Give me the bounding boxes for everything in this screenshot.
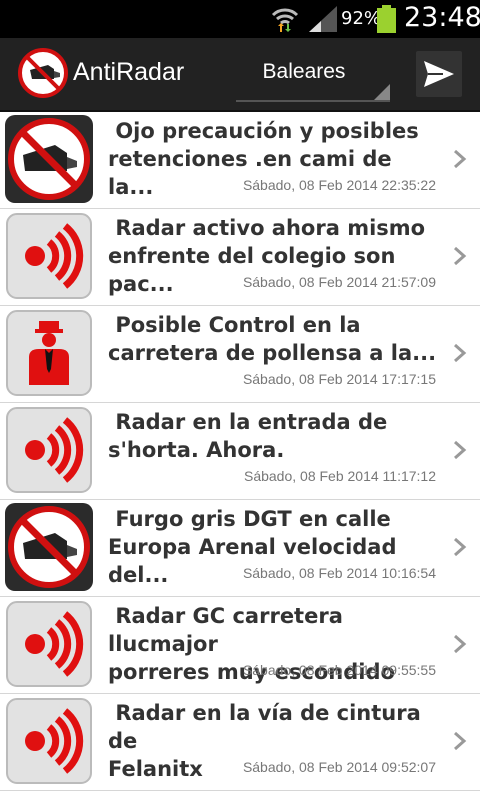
police-officer-icon <box>5 309 93 397</box>
battery-icon <box>377 5 396 33</box>
clock: 23:48 <box>404 2 480 33</box>
region-spinner[interactable]: Baleares <box>236 48 390 102</box>
action-bar: AntiRadar Baleares <box>0 38 480 112</box>
item-date: Sábado, 08 Feb 2014 09:52:07 <box>242 759 436 775</box>
list-item[interactable]: Furgo gris DGT en calle Europa Arenal ve… <box>0 500 480 597</box>
item-date: Sábado, 08 Feb 2014 09:55:55 <box>242 662 436 678</box>
item-date: Sábado, 08 Feb 2014 21:57:09 <box>242 274 436 290</box>
chevron-right-icon <box>454 537 467 557</box>
no-camera-icon <box>5 503 93 591</box>
chevron-right-icon <box>454 246 467 266</box>
radar-signal-icon <box>5 697 93 785</box>
radar-signal-icon <box>5 406 93 494</box>
radar-signal-icon <box>5 600 93 688</box>
no-camera-icon <box>5 115 93 203</box>
report-list: Ojo precaución y posibles retenciones .e… <box>0 112 480 791</box>
region-label: Baleares <box>262 60 346 83</box>
list-item[interactable]: Radar en la entrada de s'horta. Ahora. S… <box>0 403 480 500</box>
chevron-right-icon <box>454 634 467 654</box>
wifi-icon <box>271 8 299 32</box>
send-report-button[interactable] <box>416 51 462 97</box>
item-title: Posible Control en la carretera de polle… <box>108 313 437 365</box>
chevron-right-icon <box>454 440 467 460</box>
chevron-right-icon <box>454 343 467 363</box>
chevron-right-icon <box>454 731 467 751</box>
item-title: Radar en la entrada de s'horta. Ahora. <box>108 410 388 462</box>
battery-percent: 92% <box>341 8 382 29</box>
status-bar: 92% 23:48 <box>0 0 480 38</box>
send-icon <box>424 61 454 87</box>
item-date: Sábado, 08 Feb 2014 10:16:54 <box>242 565 436 581</box>
radar-signal-icon <box>5 212 93 300</box>
chevron-right-icon <box>454 149 467 169</box>
dropdown-arrow-icon <box>374 84 390 100</box>
list-item[interactable]: Radar en la vía de cintura de Felanitx S… <box>0 694 480 791</box>
signal-icon <box>309 6 337 32</box>
item-date: Sábado, 08 Feb 2014 17:17:15 <box>242 371 436 387</box>
list-item[interactable]: Radar activo ahora mismo enfrente del co… <box>0 209 480 306</box>
item-date: Sábado, 08 Feb 2014 11:17:12 <box>243 468 436 484</box>
item-date: Sábado, 08 Feb 2014 22:35:22 <box>242 177 436 193</box>
list-item[interactable]: Ojo precaución y posibles retenciones .e… <box>0 112 480 209</box>
app-title: AntiRadar <box>73 58 185 86</box>
list-item[interactable]: Radar GC carretera llucmajor porreres mu… <box>0 597 480 694</box>
app-logo-icon[interactable] <box>18 48 68 98</box>
list-item[interactable]: Posible Control en la carretera de polle… <box>0 306 480 403</box>
